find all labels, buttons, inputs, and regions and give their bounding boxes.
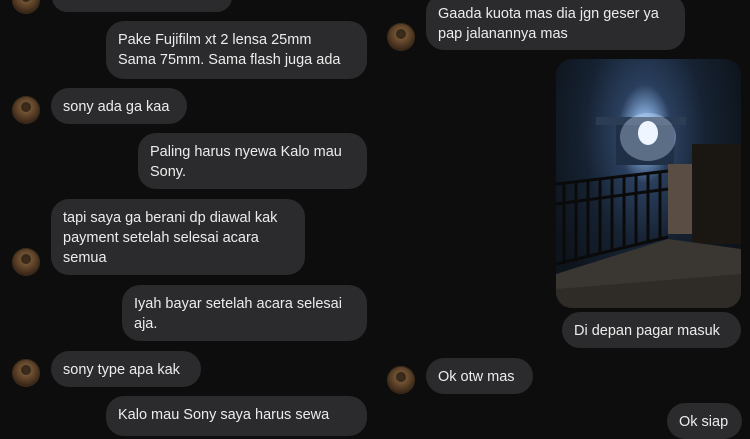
incoming-message[interactable]: sony ada ga kaa [51,88,187,124]
incoming-message[interactable]: tapi saya ga berani dp diawal kak paymen… [51,199,305,275]
attached-photo[interactable] [556,59,741,308]
contact-avatar[interactable] [12,96,40,124]
photo-image [556,113,741,308]
outgoing-message[interactable]: Ok siap [667,403,742,439]
contact-avatar[interactable] [12,0,40,14]
outgoing-message[interactable]: Iyah bayar setelah acara selesai aja. [122,285,367,341]
outgoing-message[interactable]: Di depan pagar masuk [562,312,741,348]
outgoing-message[interactable]: Pake Fujifilm xt 2 lensa 25mm Sama 75mm.… [106,21,367,79]
outgoing-message[interactable]: Kalo mau Sony saya harus sewa [106,396,367,436]
contact-avatar[interactable] [12,359,40,387]
contact-avatar[interactable] [12,248,40,276]
incoming-message[interactable]: sony type apa kak [51,351,201,387]
incoming-message[interactable]: Ok otw mas [426,358,533,394]
incoming-message[interactable]: Gaada kuota mas dia jgn geser ya pap jal… [426,0,685,50]
outgoing-message[interactable]: Paling harus nyewa Kalo mau Sony. [138,133,367,189]
incoming-message[interactable] [52,0,232,12]
contact-avatar[interactable] [387,366,415,394]
contact-avatar[interactable] [387,23,415,51]
